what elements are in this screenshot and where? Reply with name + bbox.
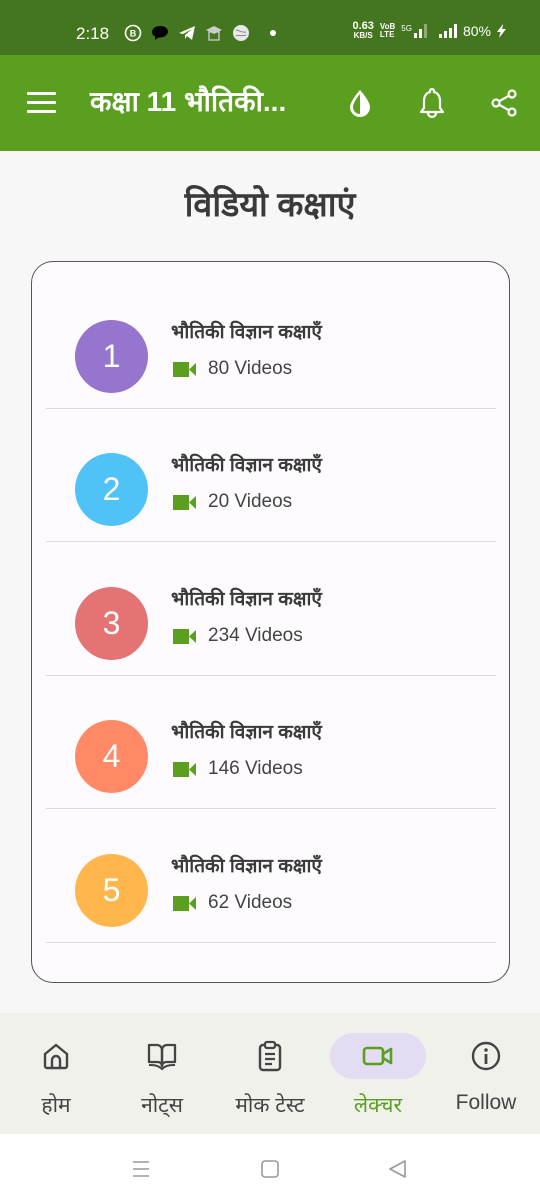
theme-toggle-icon[interactable] bbox=[342, 85, 378, 121]
signal-bars-icon bbox=[413, 24, 427, 38]
sim1-signal: 5G bbox=[401, 24, 427, 38]
video-camera-icon bbox=[173, 761, 196, 777]
nav-item-home[interactable]: होम bbox=[2, 1033, 110, 1128]
hamburger-menu-icon[interactable] bbox=[27, 92, 56, 114]
lecture-video-count: 20 Videos bbox=[208, 491, 293, 512]
chat-bubble-icon bbox=[151, 25, 169, 41]
status-notification-icons: B bbox=[124, 24, 277, 42]
lecture-number-badge: 2 bbox=[75, 453, 148, 526]
network-type: 5G bbox=[401, 24, 412, 33]
nav-item-mock-test[interactable]: मोक टेस्ट bbox=[216, 1033, 324, 1128]
back-button-icon[interactable] bbox=[383, 1154, 413, 1184]
bolt-icon bbox=[497, 24, 506, 38]
home-button-icon[interactable] bbox=[255, 1154, 285, 1184]
info-icon bbox=[471, 1041, 501, 1071]
video-camera-icon bbox=[173, 628, 196, 644]
lecture-number-badge: 5 bbox=[75, 854, 148, 927]
nav-label: लेक्चर bbox=[353, 1094, 403, 1117]
lecture-item-3[interactable]: 3 भौतिकी विज्ञान कक्षाएँ 234 Videos bbox=[46, 543, 496, 676]
volte-indicator: VoB LTE bbox=[380, 23, 395, 39]
home-icon bbox=[43, 1043, 69, 1070]
bell-icon[interactable] bbox=[414, 85, 450, 121]
nav-icon-container bbox=[222, 1033, 318, 1079]
nav-icon-container bbox=[8, 1033, 104, 1079]
lecture-video-count: 146 Videos bbox=[208, 758, 303, 779]
page-heading: विडियो कक्षाएं bbox=[184, 186, 356, 224]
nav-label: Follow bbox=[455, 1091, 517, 1114]
lecture-title: भौतिकी विज्ञान कक्षाएँ bbox=[171, 856, 322, 877]
battery-percent: 80% bbox=[462, 23, 491, 39]
lecture-item-4[interactable]: 4 भौतिकी विज्ञान कक्षाएँ 146 Videos bbox=[46, 676, 496, 809]
status-time: 2:18 bbox=[76, 24, 110, 43]
lecture-number-badge: 1 bbox=[75, 320, 148, 393]
nav-item-follow[interactable]: Follow bbox=[432, 1033, 540, 1128]
lecture-title: भौतिकी विज्ञान कक्षाएँ bbox=[171, 455, 322, 476]
nav-label: होम bbox=[41, 1094, 71, 1117]
svg-text:B: B bbox=[130, 29, 137, 39]
telegram-icon bbox=[178, 25, 196, 41]
lecture-video-count: 80 Videos bbox=[208, 358, 293, 379]
clipboard-icon bbox=[258, 1040, 282, 1072]
book-icon bbox=[147, 1043, 177, 1071]
nav-label: नोट्स bbox=[141, 1094, 183, 1117]
lecture-list-card: 1 भौतिकी विज्ञान कक्षाएँ 80 Videos 2 भौत… bbox=[31, 261, 510, 983]
nav-item-notes[interactable]: नोट्स bbox=[108, 1033, 216, 1128]
lecture-item-1[interactable]: 1 भौतिकी विज्ञान कक्षाएँ 80 Videos bbox=[46, 276, 496, 409]
lecture-item-5[interactable]: 5 भौतिकी विज्ञान कक्षाएँ 62 Videos bbox=[46, 810, 496, 943]
lecture-item-2[interactable]: 2 भौतिकी विज्ञान कक्षाएँ 20 Videos bbox=[46, 409, 496, 542]
lecture-number-badge: 4 bbox=[75, 720, 148, 793]
nav-icon-container-active bbox=[330, 1033, 426, 1079]
network-speed-value: 0.63 bbox=[352, 20, 374, 32]
video-camera-icon bbox=[173, 895, 196, 911]
browser-app-icon bbox=[232, 24, 250, 42]
nav-icon-container bbox=[438, 1033, 534, 1079]
signal-bars-icon bbox=[438, 24, 457, 38]
network-speed-unit: KB/S bbox=[353, 31, 373, 40]
education-app-icon bbox=[205, 25, 223, 41]
nav-item-lecture[interactable]: लेक्चर bbox=[324, 1033, 432, 1128]
lecture-title: भौतिकी विज्ञान कक्षाएँ bbox=[171, 722, 322, 743]
notification-dot-icon bbox=[269, 29, 277, 37]
lecture-title: भौतिकी विज्ञान कक्षाएँ bbox=[171, 322, 322, 343]
lecture-number-badge: 3 bbox=[75, 587, 148, 660]
app-title: कक्षा 11 भौतिकी... bbox=[90, 86, 287, 117]
lecture-video-count: 62 Videos bbox=[208, 892, 293, 913]
video-camera-icon bbox=[362, 1046, 393, 1066]
bottom-navigation: होम नोट्स मोक टेस्ट लेक्चर Follow bbox=[0, 1013, 540, 1134]
status-bar: 2:18 B 0.63 KB/S VoB LTE 5G 80% bbox=[0, 0, 540, 55]
recent-apps-icon[interactable] bbox=[126, 1154, 156, 1184]
share-icon[interactable] bbox=[486, 85, 522, 121]
nav-label: मोक टेस्ट bbox=[235, 1094, 305, 1117]
network-speed: 0.63 KB/S bbox=[352, 20, 374, 41]
system-navigation-bar bbox=[0, 1134, 540, 1200]
volte-bottom: LTE bbox=[379, 30, 395, 39]
whatsapp-business-icon: B bbox=[124, 24, 142, 42]
status-system-indicators: 0.63 KB/S VoB LTE 5G 80% bbox=[352, 20, 506, 41]
app-bar: कक्षा 11 भौतिकी... bbox=[0, 55, 540, 151]
video-camera-icon bbox=[173, 494, 196, 510]
video-camera-icon bbox=[173, 361, 196, 377]
nav-icon-container bbox=[114, 1033, 210, 1079]
lecture-video-count: 234 Videos bbox=[208, 625, 303, 646]
lecture-title: भौतिकी विज्ञान कक्षाएँ bbox=[171, 589, 322, 610]
